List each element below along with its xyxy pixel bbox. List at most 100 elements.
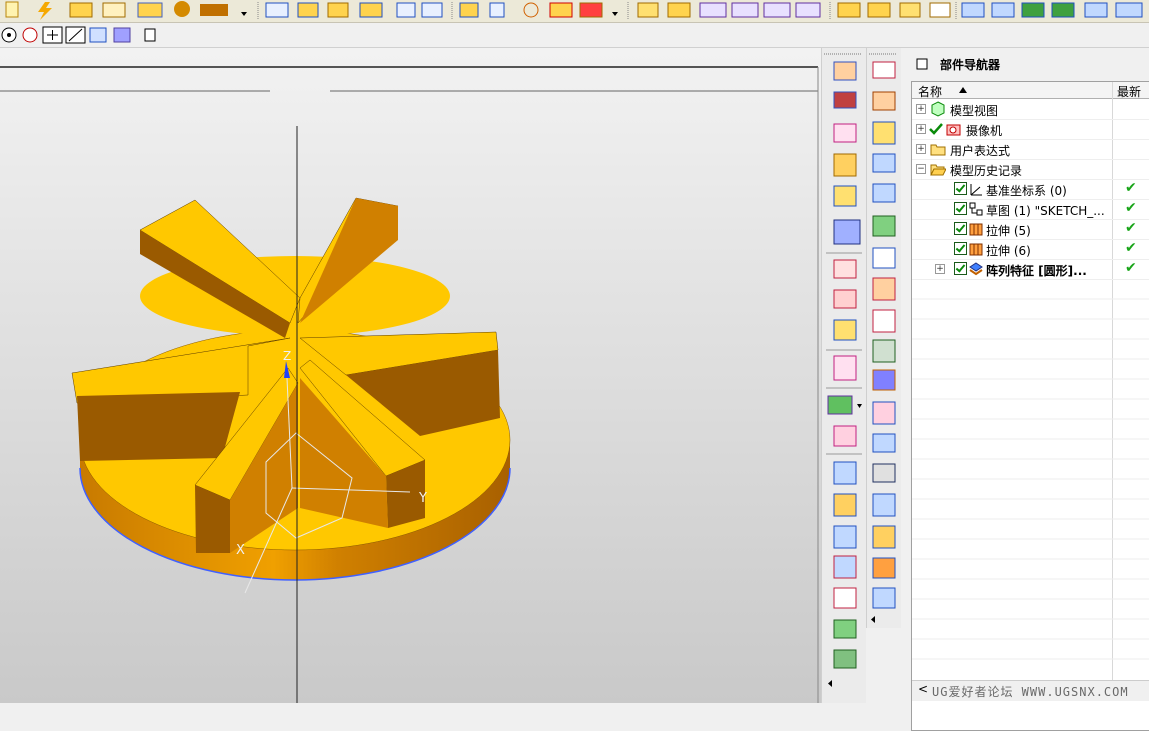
circle-icon	[523, 2, 539, 18]
part-navigator: 部件导航器 名称 最新 + 模型视图 + 摄像机 + 用户表达式 − 模型历史记…	[907, 48, 1149, 731]
face-icon	[872, 91, 896, 111]
tree-row-extrude-6[interactable]: 拉伸 (6) ✔	[912, 239, 1149, 260]
center-snap-icon	[22, 27, 38, 43]
delete-icon	[795, 2, 821, 18]
gear-icon	[174, 1, 190, 17]
sort-arrow-icon[interactable]	[958, 86, 968, 94]
tree-row-label: 基准坐标系 (0)	[986, 184, 1067, 198]
shell-icon	[833, 319, 857, 341]
feature-checkbox[interactable]	[954, 202, 967, 215]
measure-icon	[731, 2, 759, 18]
move-icon	[265, 2, 289, 18]
expand-icon[interactable]: +	[935, 264, 945, 274]
tree-header: 名称 最新	[912, 82, 1149, 99]
trim-icon	[833, 355, 857, 381]
tree-row-datum-csys[interactable]: 基准坐标系 (0) ✔	[912, 179, 1149, 200]
through-curves-icon	[872, 309, 896, 333]
color-icon	[827, 395, 853, 415]
analysis-icon	[699, 2, 727, 18]
datum-icon	[872, 121, 896, 145]
tree-row-extrude-5[interactable]: 拉伸 (5) ✔	[912, 219, 1149, 240]
mesh-icon	[833, 619, 857, 639]
bounded-plane-icon	[872, 247, 896, 269]
feature-checkbox[interactable]	[954, 222, 967, 235]
part-model[interactable]: Z Y X	[0, 48, 821, 703]
new-icon	[5, 1, 19, 18]
tree-row-label: 摄像机	[966, 124, 1003, 138]
chamfer-icon	[833, 289, 857, 309]
navigator-title: 部件导航器	[940, 58, 1001, 72]
mirror-icon	[833, 461, 857, 485]
expand-icon[interactable]: +	[916, 104, 926, 114]
expand-icon[interactable]: +	[916, 124, 926, 134]
up-to-date-check: ✔	[1125, 220, 1137, 236]
feature-checkbox[interactable]	[954, 182, 967, 195]
tree-row-label: 拉伸 (6)	[986, 244, 1031, 258]
up-to-date-check: ✔	[1125, 240, 1137, 256]
rotate-icon	[297, 2, 319, 18]
color-icon	[579, 2, 603, 18]
surface-snap-icon	[89, 27, 107, 43]
tree-row-label: 模型历史记录	[950, 164, 1023, 178]
up-to-date-check: ✔	[1125, 180, 1137, 196]
tree-row-pattern-feature[interactable]: + 阵列特征 [圆形]... ✔	[912, 259, 1149, 280]
feature-checkbox[interactable]	[954, 262, 967, 275]
tree-row-sketch[interactable]: 草图 (1) "SKETCH_... ✔	[912, 199, 1149, 220]
column-name[interactable]: 名称	[918, 83, 942, 100]
filter-icon	[421, 2, 443, 18]
bridge-icon	[872, 587, 896, 609]
scroll-left-arrow[interactable]: <	[918, 682, 928, 696]
feature-checkbox[interactable]	[954, 242, 967, 255]
expand-icon[interactable]: +	[916, 144, 926, 154]
tree-row-model-views[interactable]: + 模型视图	[912, 99, 1149, 120]
watermark: UG爱好者论坛 WWW.UGSNX.COM	[932, 685, 1129, 699]
tree-row-label: 草图 (1) "SKETCH_...	[986, 204, 1105, 218]
sweep-icon	[833, 555, 857, 579]
graphics-window[interactable]: Z Y X	[0, 48, 821, 703]
hole-icon	[396, 2, 416, 18]
tree-row-user-expressions[interactable]: + 用户表达式	[912, 139, 1149, 160]
tree-row-model-history[interactable]: − 模型历史记录	[912, 159, 1149, 180]
surface-icons[interactable]	[867, 48, 901, 628]
layer-icon	[69, 2, 93, 18]
tree-row-cameras[interactable]: + 摄像机	[912, 119, 1149, 140]
feature-icons[interactable]	[822, 48, 866, 703]
view-icon	[991, 2, 1015, 18]
extrude-icon	[969, 243, 983, 256]
shape-icon	[549, 2, 573, 18]
ruled-icon	[833, 649, 857, 669]
mesh-surface-icon	[872, 183, 896, 203]
axis-label-x: X	[236, 543, 245, 558]
factory-icon	[200, 4, 228, 16]
copy-icon	[327, 2, 349, 18]
sheet-icon	[102, 2, 126, 18]
curve-icon	[763, 2, 791, 18]
tree-row-label: 阵列特征 [圆形]...	[986, 264, 1087, 278]
dropdown-arrow-icon	[612, 12, 618, 16]
lightning-icon	[38, 2, 52, 20]
camera-icon	[946, 124, 961, 136]
navigator-scrollbar[interactable]: < UG爱好者论坛 WWW.UGSNX.COM	[912, 680, 1149, 701]
tree-row-label: 拉伸 (5)	[986, 224, 1031, 238]
grid-surface-icon	[872, 215, 896, 237]
surface-icon	[667, 2, 691, 18]
view-icon	[1021, 2, 1045, 18]
snap-icons[interactable]	[0, 23, 200, 47]
grid-icon	[459, 2, 479, 18]
toolbar-icons[interactable]	[0, 0, 1149, 22]
extrude-icon	[833, 61, 857, 81]
boss-icon	[833, 153, 857, 177]
collapse-icon[interactable]: −	[916, 164, 926, 174]
column-latest[interactable]: 最新	[1117, 83, 1141, 100]
table-icon	[137, 2, 163, 18]
revolve-icon	[833, 91, 857, 109]
pocket-icon	[833, 185, 857, 207]
navigator-tree[interactable]: 名称 最新 + 模型视图 + 摄像机 + 用户表达式 − 模型历史记录 基准坐标…	[911, 81, 1149, 731]
cube-icon	[899, 2, 921, 18]
blend-icon	[833, 259, 857, 279]
axis-label-y: Y	[418, 491, 427, 506]
tree-row-label: 模型视图	[950, 104, 999, 118]
sheet-icon	[872, 463, 896, 483]
enlarge-icon	[872, 525, 896, 549]
navigator-icon	[916, 58, 928, 70]
